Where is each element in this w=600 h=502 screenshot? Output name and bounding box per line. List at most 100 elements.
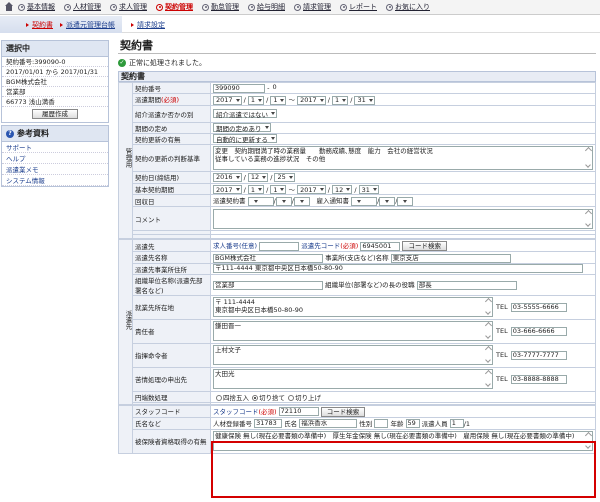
contract-no-input[interactable]: 399090 <box>213 83 265 93</box>
renew-judge-label: 契約の更新の判断基準 <box>132 143 211 172</box>
sign-date-day[interactable]: 25 <box>274 172 295 182</box>
period-end-day[interactable]: 31 <box>354 95 375 105</box>
scroll-down-icon <box>485 381 491 387</box>
scroll-down-icon <box>585 443 591 449</box>
age-input[interactable]: 59 <box>405 419 420 428</box>
base-start-month[interactable]: 1 <box>247 185 265 194</box>
resp-label: 責任者 <box>132 318 211 344</box>
round-label: 円端数処理 <box>132 390 211 403</box>
base-period-label: 基本契約期間 <box>132 182 211 195</box>
selected-line: 契約番号:399090-0 <box>2 57 108 67</box>
nav-billing[interactable]: 請求管理 <box>294 2 331 12</box>
ref-link-memo[interactable]: 派遣業メモ <box>2 164 108 175</box>
comment-label: コメント <box>132 206 211 231</box>
place-textarea[interactable]: 〒 111-4444 東京都中央区日本橋50-80-90 <box>213 297 493 317</box>
ref-link-help[interactable]: ヘルプ <box>2 153 108 164</box>
subnav-ledger[interactable]: 派遣元管理台帳 <box>60 20 115 30</box>
nav-reports[interactable]: レポート <box>340 2 377 12</box>
complaint-label: 苦情処理の申出先 <box>132 366 211 392</box>
cmd-textarea[interactable]: 上村文子 <box>213 345 493 365</box>
dest-code-search-button[interactable]: コード検索 <box>402 241 447 251</box>
scroll-down-icon <box>485 357 491 363</box>
nav-payslips[interactable]: 給与明細 <box>248 2 285 12</box>
complaint-textarea[interactable]: 大田光 <box>213 369 493 389</box>
dest-code-link[interactable]: 派遣先コード <box>301 242 340 250</box>
scroll-up-icon <box>584 432 592 440</box>
scroll-up-icon <box>584 146 592 154</box>
job-no-input[interactable] <box>259 241 300 251</box>
scroll-down-icon <box>485 333 491 339</box>
ref-link-support[interactable]: サポート <box>2 142 108 153</box>
home-icon[interactable] <box>4 2 14 12</box>
base-start-year[interactable]: 2017 <box>213 185 242 194</box>
sign-date-month[interactable]: 12 <box>247 172 269 182</box>
staff-code-link[interactable]: スタッフコード <box>213 408 259 416</box>
period-start-year[interactable]: 2017 <box>213 95 242 105</box>
round-option-radio[interactable] <box>252 394 258 401</box>
cmd-label: 指揮命令者 <box>132 342 211 368</box>
count-input[interactable]: 1 <box>449 419 464 428</box>
collect-label: 回収日 <box>132 194 211 207</box>
question-icon: ? <box>6 129 14 138</box>
insurance-textarea[interactable]: 健康保険 無し(現在必要書類の準備中) 厚生年金保険 無し(現在必要書類の準備中… <box>213 431 593 451</box>
collect-a-month[interactable] <box>275 196 292 206</box>
ref-link-system-info[interactable]: システム情報 <box>2 175 108 186</box>
collect-b-year[interactable] <box>351 196 378 206</box>
renew-judge-textarea[interactable]: 変更 契約期間満了時の業務量 勤務成績､態度 能力 会社の経営状況 従事している… <box>213 145 593 170</box>
base-end-month[interactable]: 12 <box>332 185 353 194</box>
nav-contracts[interactable]: 契約管理 <box>156 2 193 12</box>
base-start-day[interactable]: 1 <box>270 185 287 194</box>
base-end-year[interactable]: 2017 <box>297 185 326 194</box>
round-option-radio[interactable] <box>288 394 294 401</box>
term-select[interactable]: 期間の定めあり <box>213 123 271 132</box>
nav-basic-info[interactable]: 基本情報 <box>18 2 55 12</box>
scroll-up-icon <box>484 322 492 330</box>
comment-textarea[interactable] <box>213 208 593 229</box>
staff-name-input[interactable]: 福浜香水 <box>299 419 358 428</box>
nav-favorites[interactable]: お気に入り <box>386 2 430 12</box>
org-head-input[interactable]: 部長 <box>416 280 517 290</box>
complaint-tel-input[interactable]: 03-8888-8888 <box>510 374 567 384</box>
office-name-input[interactable]: 東京支店 <box>390 253 511 263</box>
base-end-day[interactable]: 31 <box>358 185 379 194</box>
collect-b-month[interactable] <box>379 196 396 206</box>
place-tel-input[interactable]: 03-5555-6666 <box>510 302 567 312</box>
staff-code-input[interactable]: 72110 <box>278 407 319 416</box>
gender-input[interactable] <box>374 419 389 428</box>
job-no-link[interactable]: 求人番号(任意) <box>213 242 257 250</box>
period-end-month[interactable]: 1 <box>332 95 349 105</box>
dest-code-input[interactable]: 6945001 <box>360 241 401 251</box>
nav-attendance[interactable]: 勤怠管理 <box>202 2 239 12</box>
round-option-radio[interactable] <box>216 394 222 401</box>
nav-job-offers[interactable]: 求人管理 <box>110 2 147 12</box>
triangle-bullet-icon <box>60 23 63 27</box>
period-start-day[interactable]: 1 <box>270 95 287 105</box>
subnav-billing-settings[interactable]: 請求設定 <box>131 20 165 30</box>
subnav-contract[interactable]: 契約書 <box>26 20 53 30</box>
selected-line: 2017/01/01 から 2017/01/31 <box>2 67 108 77</box>
nav-bullet-icon <box>18 3 25 11</box>
reg-no-input[interactable]: 31783 <box>254 419 283 428</box>
scroll-up-icon <box>584 209 592 217</box>
staff-code-search-button[interactable]: コード検索 <box>320 406 366 416</box>
resp-tel-input[interactable]: 03-666-6666 <box>510 326 567 336</box>
period-start-month[interactable]: 1 <box>247 95 265 105</box>
org-input[interactable]: 営業部 <box>213 280 323 290</box>
intro-select[interactable]: 紹介派遣ではない <box>213 109 277 119</box>
period-end-year[interactable]: 2017 <box>297 95 326 105</box>
collect-b-day[interactable] <box>397 196 414 206</box>
collect-a-day[interactable] <box>293 196 310 206</box>
resp-textarea[interactable]: 鎌田晋一 <box>213 321 493 341</box>
collect-a-year[interactable] <box>247 196 274 206</box>
dest-name-input[interactable]: BGM株式会社 <box>213 253 323 263</box>
address-input[interactable]: 〒111-4444 東京都中央区日本橋50-80-90 <box>213 264 583 273</box>
cmd-tel-input[interactable]: 03-7777-7777 <box>510 350 567 360</box>
create-history-button[interactable]: 履歴作成 <box>32 109 78 119</box>
sign-date-label: 契約日(締結用) <box>132 170 211 184</box>
check-icon: ✓ <box>118 59 126 67</box>
nav-bullet-icon <box>386 3 393 11</box>
sign-date-year[interactable]: 2016 <box>213 172 242 182</box>
staff-table: スタッフコード スタッフコード(必須) 72110 コード検索 氏名など 人材登… <box>118 404 596 454</box>
renew-select[interactable]: 自動的に更新する <box>213 134 277 143</box>
nav-personnel[interactable]: 人材管理 <box>64 2 101 12</box>
